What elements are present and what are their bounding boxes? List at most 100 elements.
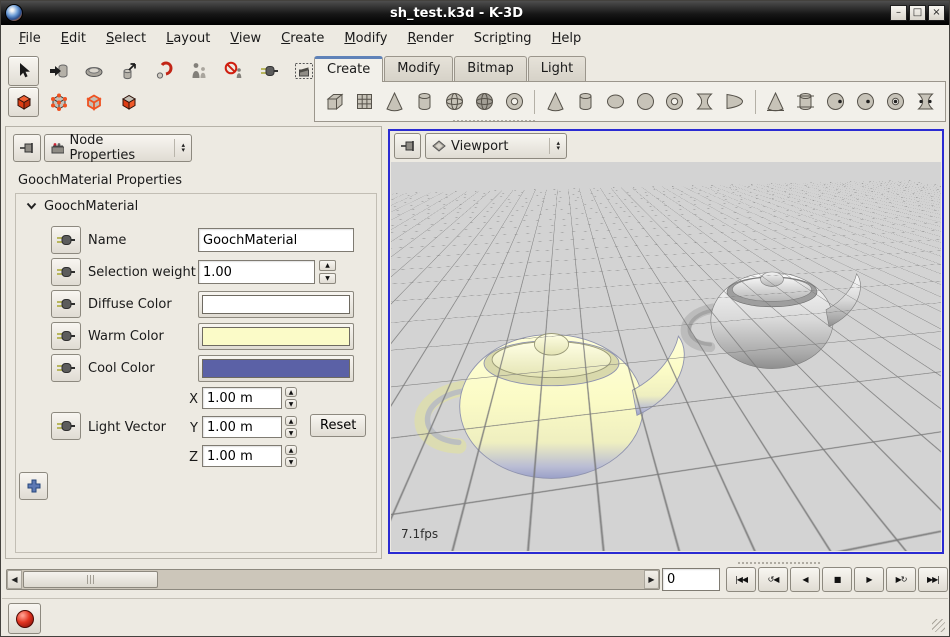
goochmaterial-expander[interactable]: GoochMaterial xyxy=(26,199,138,214)
scroll-right-arrow[interactable]: ▶ xyxy=(644,570,659,589)
tab-create[interactable]: Create xyxy=(314,56,383,82)
poly-sphere-mesh-button[interactable] xyxy=(471,88,499,116)
nurbs-cone-button[interactable] xyxy=(762,88,790,116)
menu-select[interactable]: Select xyxy=(97,28,155,49)
pane-grab-handle[interactable] xyxy=(737,561,821,566)
frame-number-input[interactable] xyxy=(662,568,720,591)
tab-bitmap[interactable]: Bitmap xyxy=(454,56,527,81)
stop-button[interactable]: ■ xyxy=(822,567,852,592)
rotate-tool-button[interactable] xyxy=(78,56,109,86)
poly-torus-button[interactable] xyxy=(500,88,528,116)
viewport-type-selector[interactable]: Viewport ▴▾ xyxy=(425,133,567,159)
nurbs-torus-button[interactable] xyxy=(881,88,909,116)
play-button[interactable]: ▶ xyxy=(854,567,884,592)
poly-grid-button[interactable] xyxy=(351,88,379,116)
menu-edit[interactable]: Edit xyxy=(52,28,95,49)
menu-render[interactable]: Render xyxy=(398,28,462,49)
play-reverse-button[interactable]: ◀ xyxy=(790,567,820,592)
pin-viewport-button[interactable] xyxy=(394,133,421,159)
select-lines-mode-button[interactable] xyxy=(78,87,109,117)
cool-color-swatch[interactable] xyxy=(198,355,354,382)
viewport-canvas[interactable]: 7.1fps xyxy=(391,162,941,551)
light-vector-z-input[interactable] xyxy=(202,445,282,467)
warm-color-plug-button[interactable] xyxy=(51,322,81,350)
nurbs-cylinder-button[interactable] xyxy=(792,88,820,116)
diffuse-color-swatch[interactable] xyxy=(198,291,354,318)
maximize-button[interactable]: □ xyxy=(909,5,926,21)
resize-grip[interactable] xyxy=(932,619,945,632)
select-tool-button[interactable] xyxy=(8,56,39,86)
name-input[interactable] xyxy=(198,228,354,252)
timeline-scrollbar[interactable]: ◀ ▶ xyxy=(6,569,660,590)
z-spin-up[interactable]: ▲ xyxy=(285,445,297,455)
loop-play-button[interactable]: ▶↻ xyxy=(886,567,916,592)
tab-modify[interactable]: Modify xyxy=(384,56,453,81)
disconnect-tool-button[interactable] xyxy=(253,56,284,86)
light-vector-x-input[interactable] xyxy=(202,387,282,409)
light-vector-plug-button[interactable] xyxy=(51,412,81,440)
selection-weight-input[interactable] xyxy=(198,260,315,284)
nurbs-sphere-button[interactable] xyxy=(822,88,850,116)
diffuse-color-plug-button[interactable] xyxy=(51,290,81,318)
selection-weight-spin-up[interactable]: ▲ xyxy=(319,260,336,271)
menu-view[interactable]: View xyxy=(221,28,270,49)
record-button[interactable] xyxy=(8,603,41,634)
selection-weight-plug-button[interactable] xyxy=(51,258,81,286)
close-button[interactable]: × xyxy=(928,5,945,21)
poly-cylinder-button[interactable] xyxy=(411,88,439,116)
menu-layout[interactable]: Layout xyxy=(157,28,219,49)
reset-button[interactable]: Reset xyxy=(310,414,366,437)
sphere-button[interactable] xyxy=(631,88,659,116)
poly-cone-button[interactable] xyxy=(381,88,409,116)
add-user-property-button[interactable] xyxy=(19,472,48,500)
selection-weight-spin-down[interactable]: ▼ xyxy=(319,273,336,284)
poly-cube-button[interactable] xyxy=(321,88,349,116)
warm-color-swatch[interactable] xyxy=(198,323,354,350)
scroll-left-arrow[interactable]: ◀ xyxy=(7,570,22,589)
cool-color-plug-button[interactable] xyxy=(51,354,81,382)
x-spin-up[interactable]: ▲ xyxy=(285,387,297,397)
z-spin-down[interactable]: ▼ xyxy=(285,457,297,467)
scale-tool-button[interactable] xyxy=(113,56,144,86)
loop-play-reverse-button[interactable]: ↺◀ xyxy=(758,567,788,592)
scrollbar-thumb[interactable] xyxy=(23,571,158,588)
fps-counter: 7.1fps xyxy=(401,527,438,541)
menu-bar: File Edit Select Layout View Create Modi… xyxy=(2,25,948,51)
y-spin-up[interactable]: ▲ xyxy=(285,416,297,426)
pin-panel-button[interactable] xyxy=(13,134,41,162)
diffuse-color-label: Diffuse Color xyxy=(88,297,172,312)
x-spin-down[interactable]: ▼ xyxy=(285,399,297,409)
cone-button[interactable] xyxy=(541,88,569,116)
minimize-button[interactable]: – xyxy=(890,5,907,21)
light-vector-y-input[interactable] xyxy=(202,416,282,438)
panel-type-selector[interactable]: Node Properties ▴▾ xyxy=(44,134,192,162)
tab-light[interactable]: Light xyxy=(528,56,586,81)
select-faces-mode-button[interactable] xyxy=(113,87,144,117)
y-spin-down[interactable]: ▼ xyxy=(285,428,297,438)
menu-file[interactable]: File xyxy=(10,28,50,49)
nurbs-ellipsoid-button[interactable] xyxy=(851,88,879,116)
torus-button[interactable] xyxy=(661,88,689,116)
poly-sphere-button[interactable] xyxy=(441,88,469,116)
teapot-gooch[interactable] xyxy=(401,302,693,482)
menu-scripting[interactable]: Scripting xyxy=(465,28,541,49)
unparent-tool-button[interactable] xyxy=(218,56,249,86)
go-end-button[interactable]: ▶▶| xyxy=(918,567,948,592)
nurbs-hyperboloid-button[interactable] xyxy=(911,88,939,116)
move-tool-button[interactable] xyxy=(43,56,74,86)
cylinder-button[interactable] xyxy=(571,88,599,116)
menu-modify[interactable]: Modify xyxy=(335,28,396,49)
go-start-button[interactable]: |◀◀ xyxy=(726,567,756,592)
teapot-gray[interactable] xyxy=(673,240,865,382)
menu-create[interactable]: Create xyxy=(272,28,333,49)
select-points-mode-button[interactable] xyxy=(43,87,74,117)
paraboloid-button[interactable] xyxy=(721,88,749,116)
name-plug-button[interactable] xyxy=(51,226,81,254)
select-nodes-mode-button[interactable] xyxy=(8,87,39,117)
parent-tool-button[interactable] xyxy=(183,56,214,86)
disk-button[interactable] xyxy=(601,88,629,116)
snap-tool-button[interactable] xyxy=(148,56,179,86)
menu-help[interactable]: Help xyxy=(543,28,591,49)
hyperboloid-button[interactable] xyxy=(691,88,719,116)
viewport-panel: Viewport ▴▾ xyxy=(388,129,944,554)
